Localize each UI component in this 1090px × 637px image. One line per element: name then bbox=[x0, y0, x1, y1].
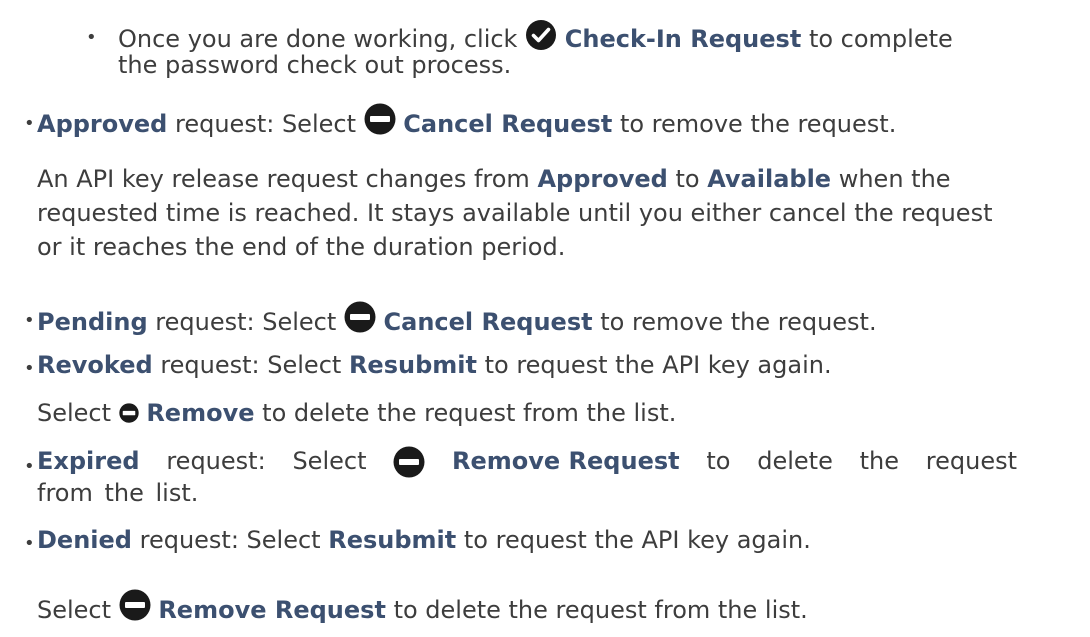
revoked-text-b: to request the API key again. bbox=[484, 351, 832, 379]
revoked-text-a: request: Select bbox=[160, 351, 342, 379]
bullet-marker: • bbox=[24, 358, 35, 379]
pending-text-b: to remove the request. bbox=[600, 308, 877, 336]
denied-sub-a: Select bbox=[37, 596, 112, 624]
bullet-marker: • bbox=[24, 310, 35, 331]
expired-text-line2: from the list. bbox=[37, 479, 199, 507]
status-pending: Pending bbox=[37, 308, 148, 336]
minus-circle-icon bbox=[119, 403, 139, 423]
denied-sub-b: to delete the request from the list. bbox=[393, 596, 808, 624]
note-text: when the bbox=[838, 165, 951, 193]
denied-text-b: to request the API key again. bbox=[463, 526, 811, 554]
checkin-text-prefix: Once you are done working, click bbox=[118, 25, 518, 53]
minus-circle-icon bbox=[393, 446, 425, 478]
remove-label: Remove bbox=[146, 399, 255, 427]
check-in-request-label: Check-In Request bbox=[564, 25, 802, 53]
revoked-sub-line: Select Remove to delete the request from… bbox=[37, 398, 676, 428]
denied-sub-line: Select Remove Request to delete the requ… bbox=[37, 589, 808, 625]
status-available: Available bbox=[707, 165, 832, 193]
revoked-sub-a: Select bbox=[37, 399, 112, 427]
cancel-request-label: Cancel Request bbox=[403, 110, 613, 138]
status-approved: Approved bbox=[37, 110, 168, 138]
expired-text-select: Select bbox=[292, 447, 367, 475]
list-item-denied: Denied request: Select Resubmit to reque… bbox=[37, 525, 811, 555]
list-item-revoked: Revoked request: Select Resubmit to requ… bbox=[37, 350, 832, 380]
checkin-text-suffix: to complete bbox=[808, 25, 953, 53]
status-approved: Approved bbox=[537, 165, 668, 193]
remove-request-label: Remove Request bbox=[158, 596, 386, 624]
minus-circle-icon bbox=[119, 589, 151, 621]
approved-note-line1: An API key release request changes from … bbox=[37, 164, 951, 194]
expired-text-b3: the bbox=[859, 447, 899, 475]
approved-text-b: to remove the request. bbox=[619, 110, 897, 138]
bullet-marker: • bbox=[24, 456, 35, 477]
list-item-checkin: Once you are done working, click Check-I… bbox=[118, 19, 953, 54]
list-item-approved: Approved request: Select Cancel Request … bbox=[37, 103, 896, 139]
approved-note-line3: or it reaches the end of the duration pe… bbox=[37, 233, 566, 261]
minus-circle-icon bbox=[364, 103, 396, 135]
checkin-text-line2: the password check out process. bbox=[118, 51, 512, 79]
bullet-marker: • bbox=[24, 533, 35, 554]
expired-text-b2: delete bbox=[757, 447, 833, 475]
approved-text-a: request: Select bbox=[175, 110, 356, 138]
resubmit-label: Resubmit bbox=[348, 351, 477, 379]
list-item-expired: Expired request: Select Remove Request t… bbox=[37, 446, 1017, 478]
expired-text-a: request: bbox=[166, 447, 266, 475]
denied-text-a: request: Select bbox=[139, 526, 321, 554]
approved-note-line2: requested time is reached. It stays avai… bbox=[37, 199, 993, 227]
note-text: to bbox=[675, 165, 700, 193]
cancel-request-label: Cancel Request bbox=[383, 308, 593, 336]
status-expired: Expired bbox=[37, 447, 140, 475]
bullet-marker: • bbox=[24, 113, 35, 134]
expired-text-b1: to bbox=[706, 447, 731, 475]
note-text: An API key release request changes from bbox=[37, 165, 530, 193]
pending-text-a: request: Select bbox=[155, 308, 337, 336]
bullet-marker: • bbox=[86, 27, 97, 48]
list-item-pending: Pending request: Select Cancel Request t… bbox=[37, 301, 877, 337]
resubmit-label: Resubmit bbox=[328, 526, 457, 554]
status-denied: Denied bbox=[37, 526, 132, 554]
expired-text-b4: request bbox=[925, 447, 1017, 475]
status-revoked: Revoked bbox=[37, 351, 153, 379]
remove-request-label: Remove Request bbox=[452, 447, 680, 475]
check-circle-icon bbox=[525, 19, 557, 50]
revoked-sub-b: to delete the request from the list. bbox=[262, 399, 677, 427]
minus-circle-icon bbox=[344, 301, 376, 333]
